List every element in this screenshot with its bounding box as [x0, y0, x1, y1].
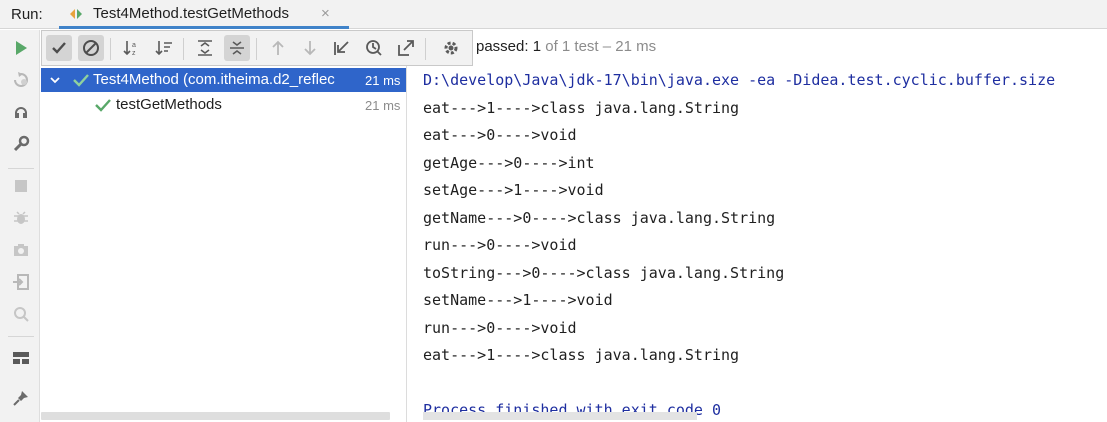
rerun-button[interactable] — [9, 36, 33, 60]
settings-button[interactable] — [438, 35, 464, 61]
status-count: 1 — [532, 38, 542, 55]
test-config-icon — [70, 9, 82, 19]
status-suffix: of 1 test – 21 ms — [541, 38, 657, 55]
restore-layout-icon — [14, 307, 29, 322]
stop-button[interactable] — [9, 174, 33, 198]
console-line: toString--->0---->class java.lang.String — [423, 264, 785, 282]
show-ignored-icon — [83, 40, 99, 56]
layout-icon — [13, 352, 29, 364]
horizontal-scrollbar[interactable] — [423, 412, 697, 420]
console-line: setName--->1---->void — [423, 291, 613, 309]
chevron-down-icon[interactable] — [49, 74, 61, 86]
sort-alphabetically-icon: az — [123, 41, 136, 57]
test-history-button[interactable] — [361, 35, 387, 61]
test-tree: Test4Method (com.itheima.d2_reflec 21 ms… — [41, 66, 407, 422]
horizontal-scrollbar[interactable] — [41, 412, 390, 420]
console-line: eat--->1---->class java.lang.String — [423, 99, 740, 117]
sort-alphabetically-button[interactable]: az — [119, 35, 145, 61]
show-passed-toggle[interactable] — [46, 35, 72, 61]
console-line: eat--->0---->void — [423, 126, 577, 144]
run-tool-window-header: Run: Test4Method.testGetMethods × — [0, 0, 1107, 29]
separator — [183, 38, 184, 60]
tree-root-time: 21 ms — [365, 73, 401, 88]
stop-icon — [15, 180, 27, 192]
previous-failed-button[interactable] — [265, 35, 291, 61]
tab-test4method-testgetmethods[interactable]: Test4Method.testGetMethods × — [59, 0, 349, 29]
test-status-text: passed: 1 of 1 test – 21 ms — [476, 38, 656, 55]
import-tests-icon — [334, 41, 349, 55]
tree-row-child[interactable]: testGetMethods 21 ms — [41, 93, 406, 117]
screenshot-button[interactable] — [9, 238, 33, 262]
show-ignored-toggle[interactable] — [78, 35, 104, 61]
exit-button[interactable] — [9, 270, 33, 294]
debug-button[interactable] — [9, 206, 33, 230]
separator — [8, 168, 34, 169]
screenshot-icon — [14, 244, 28, 256]
rerun-failed-icon — [14, 72, 28, 87]
sort-by-duration-icon — [155, 41, 172, 56]
previous-failed-icon — [272, 40, 284, 55]
import-tests-button[interactable] — [329, 35, 355, 61]
settings-gear-icon — [444, 41, 458, 55]
rerun-failed-button[interactable] — [9, 68, 33, 92]
test-runner-toolbar: az — [41, 30, 473, 66]
passed-check-icon — [95, 99, 111, 112]
console-line: getName--->0---->class java.lang.String — [423, 209, 776, 227]
restore-layout-button[interactable] — [9, 302, 33, 326]
console-line: run--->0---->void — [423, 319, 577, 337]
console-line: getAge--->0---->int — [423, 154, 595, 172]
separator — [8, 336, 34, 337]
tree-child-time: 21 ms — [365, 98, 401, 113]
pin-button[interactable] — [9, 386, 33, 410]
tree-root-label: Test4Method (com.itheima.d2_reflec — [93, 71, 335, 88]
tab-title: Test4Method.testGetMethods — [93, 5, 289, 22]
console-line: setAge--->1---->void — [423, 181, 604, 199]
export-results-button[interactable] — [393, 35, 419, 61]
collapse-all-button[interactable] — [224, 35, 250, 61]
next-failed-icon — [304, 41, 316, 56]
tab-active-indicator — [59, 26, 349, 29]
run-label: Run: — [11, 6, 43, 23]
export-results-icon — [398, 40, 414, 56]
svg-text:a: a — [132, 42, 136, 49]
exit-icon — [13, 274, 29, 290]
tree-row-root[interactable]: Test4Method (com.itheima.d2_reflec 21 ms — [41, 68, 406, 92]
console-line: run--->0---->void — [423, 236, 577, 254]
separator — [110, 38, 111, 60]
separator — [256, 38, 257, 60]
show-passed-icon — [52, 42, 66, 54]
settings-wrench-button[interactable] — [9, 132, 33, 156]
close-icon[interactable]: × — [321, 5, 330, 22]
console-line: eat--->1---->class java.lang.String — [423, 346, 740, 364]
settings-wrench-icon — [13, 135, 30, 152]
passed-check-icon — [73, 74, 89, 87]
status-prefix: passed: — [476, 38, 533, 55]
pin-icon — [13, 391, 28, 406]
toggle-autotest-icon — [15, 107, 27, 118]
collapse-all-icon — [230, 41, 244, 55]
next-failed-button[interactable] — [297, 35, 323, 61]
rerun-icon — [16, 41, 27, 55]
sort-by-duration-button[interactable] — [151, 35, 177, 61]
console-command-line: D:\develop\Java\jdk-17\bin\java.exe -ea … — [423, 71, 1056, 89]
svg-text:z: z — [132, 50, 136, 57]
console-output[interactable]: D:\develop\Java\jdk-17\bin\java.exe -ea … — [408, 66, 1107, 422]
expand-all-icon — [198, 40, 212, 56]
separator — [425, 38, 426, 60]
test-history-icon — [366, 40, 382, 56]
left-toolbar — [0, 30, 40, 422]
layout-button[interactable] — [9, 346, 33, 370]
tree-child-label: testGetMethods — [116, 96, 222, 113]
expand-all-button[interactable] — [192, 35, 218, 61]
debug-icon — [14, 211, 28, 224]
toggle-autotest-button[interactable] — [9, 100, 33, 124]
